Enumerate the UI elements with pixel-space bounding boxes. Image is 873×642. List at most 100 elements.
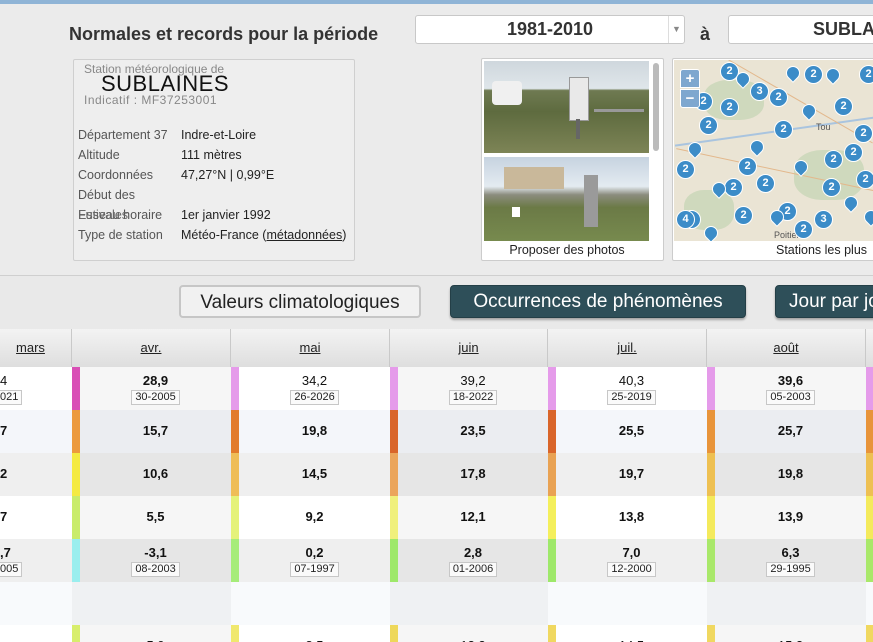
month-header[interactable]: juin bbox=[390, 329, 548, 367]
table-row: 4 021 28,9 30-2005 34,2 26-2026 39,2 18-2022 40,… bbox=[0, 367, 873, 410]
table-cell[interactable] bbox=[390, 582, 548, 625]
station-photo-2[interactable] bbox=[484, 157, 649, 241]
map-cluster[interactable]: 2 bbox=[720, 98, 739, 117]
map-cluster[interactable]: 3 bbox=[750, 82, 769, 101]
station-photo-1[interactable] bbox=[484, 61, 649, 153]
metadata-link[interactable]: métadonnées bbox=[266, 228, 342, 242]
table-cell[interactable]: 23,5 bbox=[390, 410, 548, 453]
map-marker-icon[interactable] bbox=[750, 140, 762, 156]
table-cell[interactable]: 8,5 bbox=[231, 625, 390, 642]
zoom-out-button[interactable]: − bbox=[680, 89, 700, 108]
table-cell[interactable]: 2 bbox=[0, 453, 72, 496]
table-cell[interactable]: 7 bbox=[0, 496, 72, 539]
table-cell[interactable]: 28,9 30-2005 bbox=[72, 367, 231, 410]
map-cluster[interactable]: 2 bbox=[724, 178, 743, 197]
table-cell[interactable]: 40,3 25-2019 bbox=[548, 367, 707, 410]
table-cell[interactable]: 15,7 bbox=[72, 410, 231, 453]
table-cell[interactable]: 0,2 07-1997 bbox=[231, 539, 390, 582]
map-cluster[interactable]: 2 bbox=[738, 157, 757, 176]
map-marker-icon[interactable] bbox=[844, 196, 856, 212]
map-cluster[interactable]: 4 bbox=[676, 210, 695, 229]
map-cluster[interactable]: 2 bbox=[769, 88, 788, 107]
photos-scrollbar[interactable] bbox=[653, 63, 659, 151]
table-cell[interactable]: 2,8 01-2006 bbox=[390, 539, 548, 582]
map-cluster[interactable]: 3 bbox=[814, 210, 833, 229]
table-cell[interactable]: 19,8 bbox=[707, 453, 866, 496]
nearest-stations-label[interactable]: Stations les plus bbox=[673, 243, 873, 257]
map-marker-icon[interactable] bbox=[786, 66, 798, 82]
map-cluster[interactable]: 2 bbox=[854, 124, 873, 143]
table-cell[interactable]: 39,6 05-2003 bbox=[707, 367, 866, 410]
map-cluster[interactable]: 2 bbox=[859, 65, 873, 84]
map-marker-icon[interactable] bbox=[826, 68, 838, 84]
table-cell[interactable]: 34,2 26-2026 bbox=[231, 367, 390, 410]
table-cell[interactable]: 4 021 bbox=[0, 367, 72, 410]
tab-valeurs-climatologiques[interactable]: Valeurs climatologiques bbox=[179, 285, 421, 318]
table-cell[interactable] bbox=[72, 582, 231, 625]
tab-occurrences-phenomenes[interactable]: Occurrences de phénomènes bbox=[450, 285, 746, 318]
map-cluster[interactable]: 2 bbox=[824, 150, 843, 169]
table-cell[interactable]: 13,2 bbox=[390, 625, 548, 642]
map-cluster[interactable]: 2 bbox=[856, 170, 873, 189]
map-cluster[interactable]: 2 bbox=[844, 143, 863, 162]
color-indicator bbox=[72, 367, 80, 410]
table-cell[interactable]: 7 bbox=[0, 410, 72, 453]
table-cell[interactable]: 5,0 bbox=[72, 625, 231, 642]
table-cell[interactable]: 15,2 bbox=[707, 625, 866, 642]
map-marker-icon[interactable] bbox=[864, 210, 873, 226]
table-cell[interactable] bbox=[0, 582, 72, 625]
month-header[interactable]: avr. bbox=[72, 329, 231, 367]
map-cluster[interactable]: 2 bbox=[834, 97, 853, 116]
month-header[interactable]: juil. bbox=[548, 329, 707, 367]
map-marker-icon[interactable] bbox=[704, 226, 716, 241]
map-cluster[interactable]: 2 bbox=[699, 116, 718, 135]
map-cluster[interactable]: 2 bbox=[756, 174, 775, 193]
map-cluster[interactable]: 2 bbox=[804, 65, 823, 84]
table-cell[interactable]: 19,8 bbox=[231, 410, 390, 453]
table-cell[interactable]: 13,9 bbox=[707, 496, 866, 539]
map-marker-icon[interactable] bbox=[736, 72, 748, 88]
table-cell[interactable]: 14,5 bbox=[231, 453, 390, 496]
table-cell[interactable]: 39,2 18-2022 bbox=[390, 367, 548, 410]
table-cell[interactable]: 7,0 12-2000 bbox=[548, 539, 707, 582]
map-marker-icon[interactable] bbox=[688, 142, 700, 158]
table-cell[interactable]: 25,7 bbox=[707, 410, 866, 453]
table-cell[interactable]: -3,1 08-2003 bbox=[72, 539, 231, 582]
table-cell[interactable]: 14,5 bbox=[548, 625, 707, 642]
table-cell[interactable]: 5,5 bbox=[72, 496, 231, 539]
table-cell[interactable]: ,7 005 bbox=[0, 539, 72, 582]
propose-photos-link[interactable]: Proposer des photos bbox=[482, 243, 652, 257]
map-cluster[interactable]: 2 bbox=[794, 220, 813, 239]
map-cluster[interactable]: 2 bbox=[822, 178, 841, 197]
period-select[interactable]: 1981-2010 ▼ bbox=[415, 15, 685, 44]
table-cell[interactable] bbox=[0, 625, 72, 642]
table-cell[interactable]: 6,3 29-1995 bbox=[707, 539, 866, 582]
month-header[interactable]: mai bbox=[231, 329, 390, 367]
map-cluster[interactable]: 2 bbox=[676, 160, 695, 179]
table-cell[interactable] bbox=[548, 582, 707, 625]
map-marker-icon[interactable] bbox=[770, 210, 782, 226]
station-select[interactable]: SUBLAINES bbox=[728, 15, 873, 44]
zoom-in-button[interactable]: + bbox=[680, 69, 700, 88]
table-cell[interactable]: 19,7 bbox=[548, 453, 707, 496]
cell-value: 40,3 bbox=[618, 373, 645, 388]
map-cluster[interactable]: 2 bbox=[774, 120, 793, 139]
stations-map[interactable]: Tou Poitiers 2 3 2 2 2 2 2 2 2 2 2 2 2 2… bbox=[672, 58, 873, 261]
table-cell[interactable]: 9,2 bbox=[231, 496, 390, 539]
map-marker-icon[interactable] bbox=[712, 182, 724, 198]
map-marker-icon[interactable] bbox=[802, 104, 814, 120]
month-header[interactable] bbox=[866, 329, 873, 367]
tab-jour-par-jour[interactable]: Jour par jour bbox=[775, 285, 873, 318]
table-cell[interactable]: 12,1 bbox=[390, 496, 548, 539]
table-cell[interactable]: 13,8 bbox=[548, 496, 707, 539]
month-header[interactable]: août bbox=[707, 329, 866, 367]
table-cell[interactable] bbox=[231, 582, 390, 625]
map-cluster[interactable]: 2 bbox=[734, 206, 753, 225]
table-cell[interactable] bbox=[707, 582, 866, 625]
map-marker-icon[interactable] bbox=[794, 160, 806, 176]
table-cell[interactable]: 17,8 bbox=[390, 453, 548, 496]
table-cell[interactable]: 25,5 bbox=[548, 410, 707, 453]
month-header[interactable]: mars bbox=[0, 329, 72, 367]
map-area[interactable]: Tou Poitiers 2 3 2 2 2 2 2 2 2 2 2 2 2 2… bbox=[674, 60, 873, 241]
table-cell[interactable]: 10,6 bbox=[72, 453, 231, 496]
